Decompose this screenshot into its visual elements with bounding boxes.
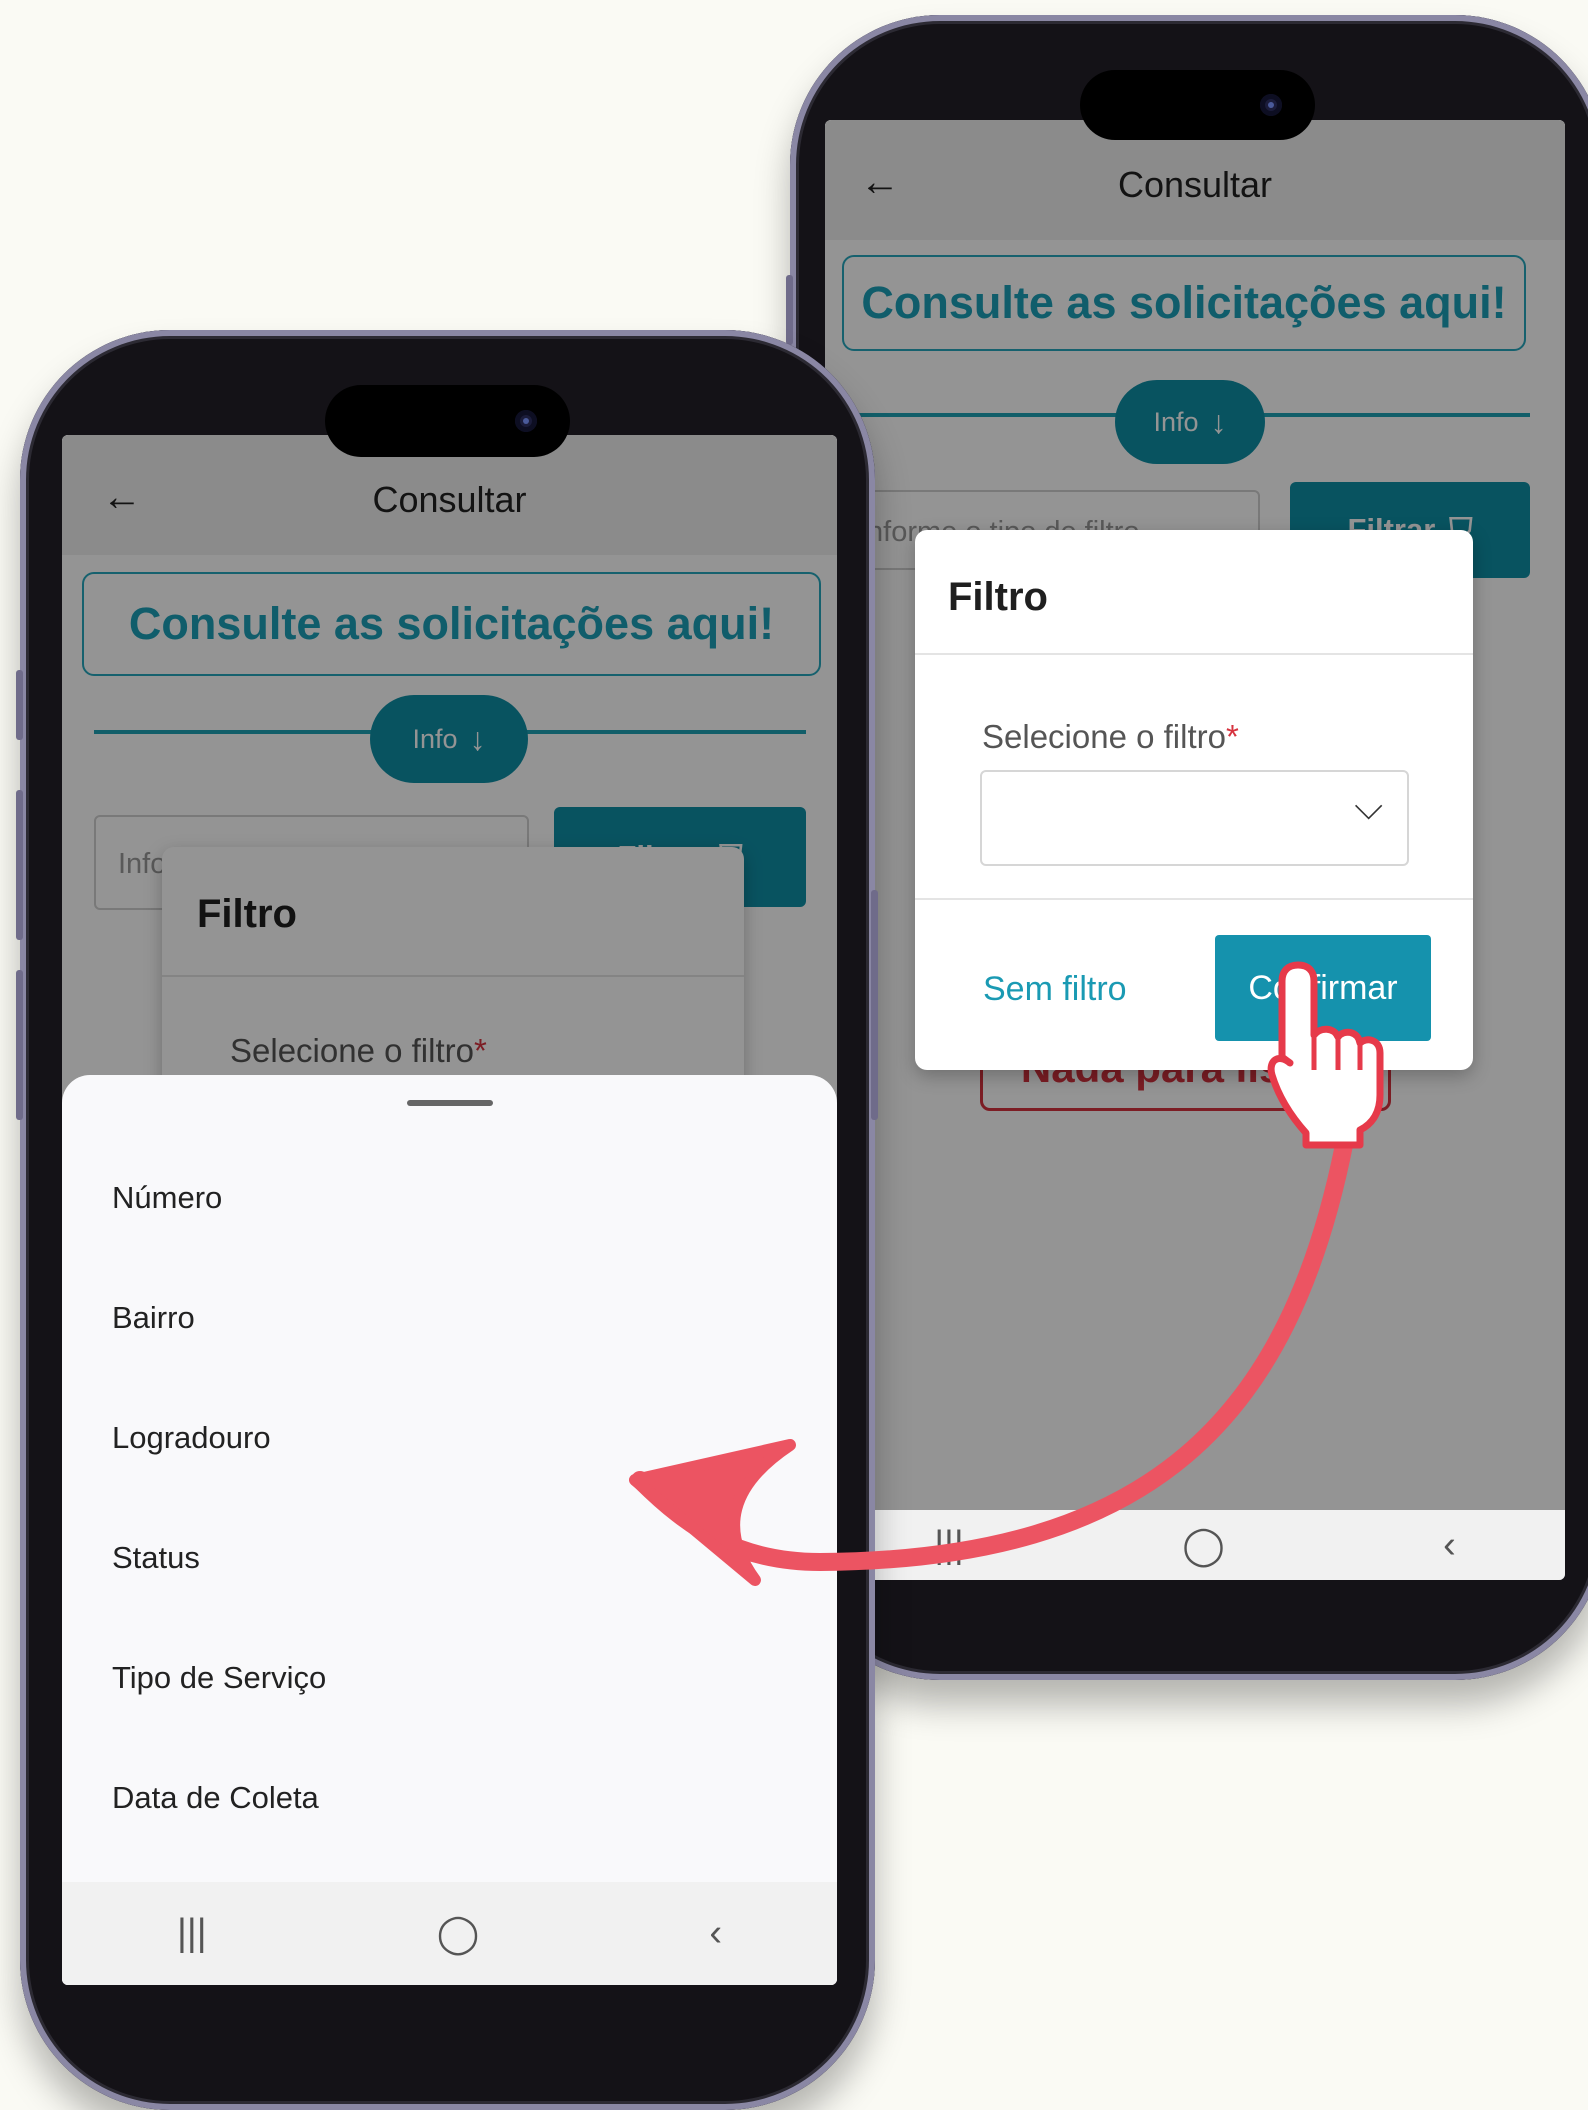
filter-field-label: Selecione o filtro* bbox=[982, 718, 1239, 755]
side-button bbox=[871, 890, 878, 1120]
filter-options-sheet: Número Bairro Logradouro Status Tipo de … bbox=[62, 1075, 837, 1985]
dialog-divider bbox=[915, 653, 1473, 655]
home-icon[interactable]: ◯ bbox=[1182, 1523, 1225, 1568]
front-phone-screen: ← Consultar Consulte as solicitações aqu… bbox=[62, 435, 837, 1985]
dynamic-island bbox=[325, 385, 570, 457]
filter-option[interactable]: Logradouro bbox=[112, 1420, 271, 1456]
dialog-title: Filtro bbox=[948, 575, 1048, 619]
chevron-down-icon: ⌵ bbox=[1354, 786, 1383, 828]
filter-select[interactable]: ⌵ bbox=[980, 770, 1409, 866]
back-phone-frame: ← Consultar Consulte as solicitações aqu… bbox=[786, 15, 1588, 1680]
home-icon[interactable]: ◯ bbox=[437, 1911, 480, 1956]
recent-apps-icon[interactable]: ||| bbox=[177, 1912, 207, 1955]
filter-dialog: Filtro Selecione o filtro* ⌵ Sem filtro … bbox=[915, 530, 1473, 1070]
side-button bbox=[16, 790, 23, 940]
confirm-button[interactable]: Confirmar bbox=[1215, 935, 1431, 1041]
filter-option[interactable]: Data de Coleta bbox=[112, 1780, 319, 1816]
side-button bbox=[786, 275, 793, 345]
recent-apps-icon[interactable]: ||| bbox=[934, 1524, 964, 1567]
back-nav-icon[interactable]: ‹ bbox=[1443, 1524, 1456, 1567]
required-mark: * bbox=[1225, 718, 1239, 755]
filter-option[interactable]: Número bbox=[112, 1180, 222, 1216]
back-phone-screen: ← Consultar Consulte as solicitações aqu… bbox=[825, 120, 1565, 1580]
back-nav-icon[interactable]: ‹ bbox=[709, 1912, 722, 1955]
camera-icon bbox=[1260, 94, 1282, 116]
side-button bbox=[16, 970, 23, 1120]
system-nav-bar: ||| ◯ ‹ bbox=[825, 1510, 1565, 1580]
filter-option[interactable]: Tipo de Serviço bbox=[112, 1660, 326, 1696]
filter-option[interactable]: Status bbox=[112, 1540, 200, 1576]
filter-option[interactable]: Bairro bbox=[112, 1300, 195, 1336]
no-filter-button[interactable]: Sem filtro bbox=[983, 970, 1127, 1009]
sheet-drag-handle[interactable] bbox=[406, 1100, 493, 1106]
camera-icon bbox=[515, 410, 537, 432]
system-nav-bar: ||| ◯ ‹ bbox=[62, 1882, 837, 1985]
dialog-divider bbox=[915, 898, 1473, 900]
dynamic-island bbox=[1080, 70, 1315, 140]
front-phone-frame: ← Consultar Consulte as solicitações aqu… bbox=[16, 330, 878, 2110]
side-button bbox=[16, 670, 23, 740]
